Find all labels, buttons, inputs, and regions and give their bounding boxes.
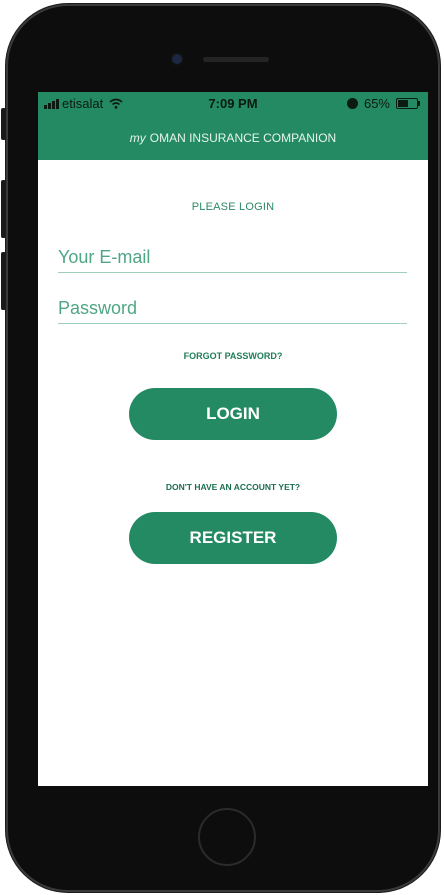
- volume-down-button: [1, 252, 6, 310]
- battery-percent: 65%: [363, 96, 390, 111]
- login-button[interactable]: LOGIN: [129, 388, 337, 440]
- volume-up-button: [1, 180, 6, 238]
- register-button[interactable]: REGISTER: [129, 512, 337, 564]
- app-screen: etisalat 7:09 PM 65% my OMAN INSURANCE C…: [38, 92, 428, 786]
- front-camera: [172, 54, 182, 64]
- login-heading: PLEASE LOGIN: [191, 201, 275, 213]
- status-right: 65%: [346, 96, 420, 111]
- password-input[interactable]: [58, 293, 407, 324]
- earpiece-speaker: [203, 57, 269, 62]
- home-button[interactable]: [198, 808, 256, 866]
- alarm-icon: [346, 98, 358, 109]
- no-account-text: DON'T HAVE AN ACCOUNT YET?: [165, 482, 301, 492]
- app-header: my OMAN INSURANCE COMPANION: [38, 116, 428, 160]
- forgot-password-link[interactable]: FORGOT PASSWORD?: [38, 351, 428, 361]
- mute-switch: [1, 108, 6, 140]
- header-prefix: my: [129, 131, 146, 145]
- email-input[interactable]: [58, 242, 407, 273]
- battery-icon: [396, 98, 420, 109]
- header-title: OMAN INSURANCE COMPANION: [149, 131, 337, 145]
- status-bar: etisalat 7:09 PM 65%: [38, 92, 428, 116]
